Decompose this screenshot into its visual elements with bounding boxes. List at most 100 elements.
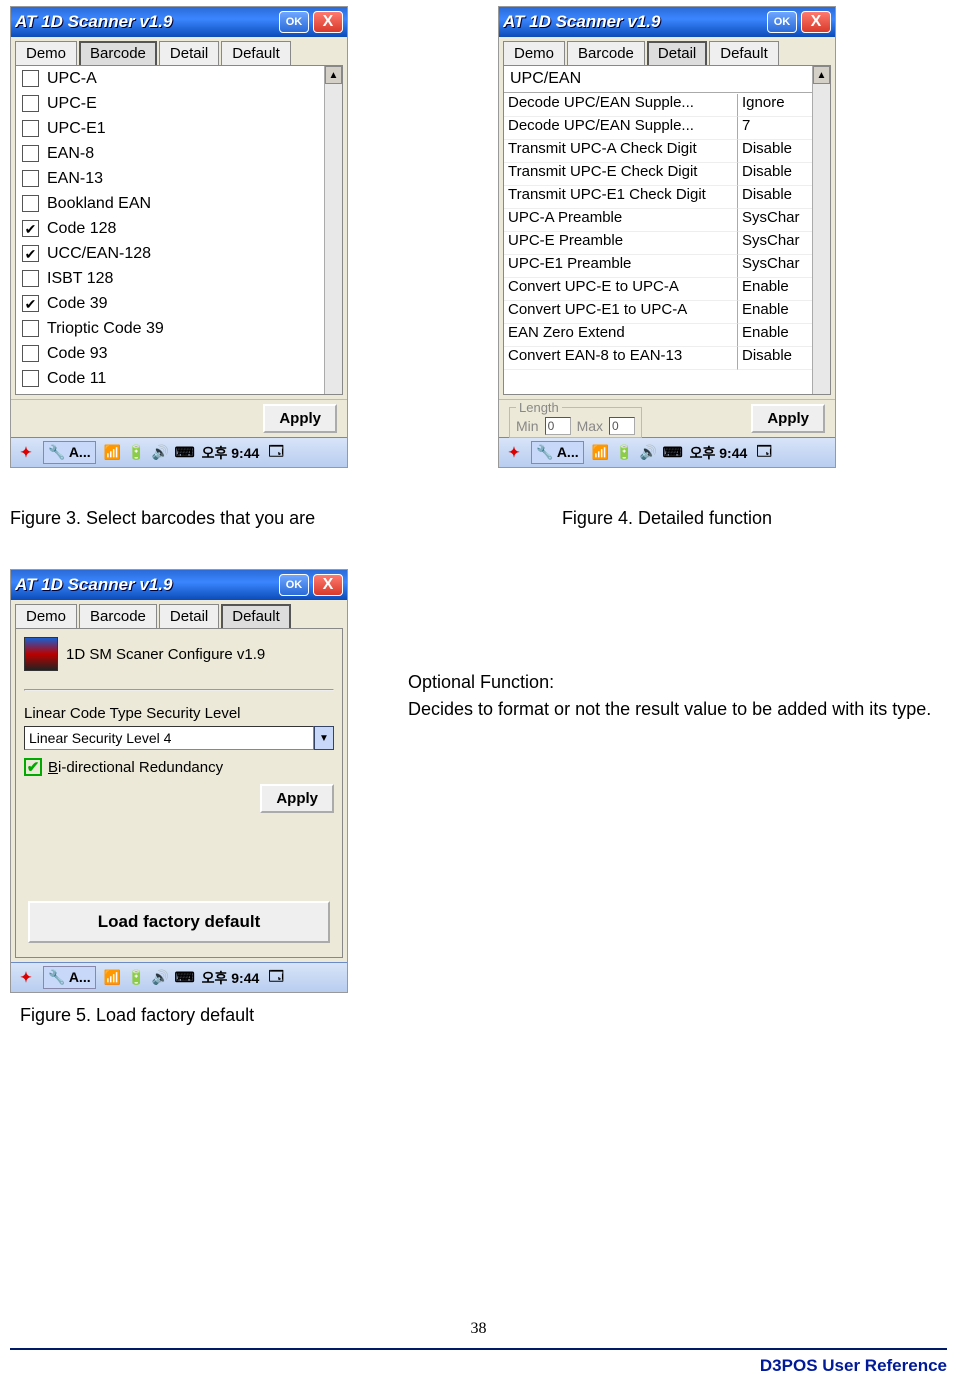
tab-demo[interactable]: Demo	[15, 604, 77, 628]
scrollbar[interactable]: ▲	[812, 66, 830, 394]
tab-barcode[interactable]: Barcode	[79, 41, 157, 65]
keyboard-icon[interactable]: ⌨	[176, 444, 194, 462]
load-factory-default-button[interactable]: Load factory default	[28, 901, 330, 943]
barcode-checkbox-row[interactable]: Code 93	[16, 341, 324, 366]
barcode-checkbox-row[interactable]: Trioptic Code 39	[16, 316, 324, 341]
checkbox-bidirectional[interactable]: ✔	[24, 758, 42, 776]
barcode-label: Code 93	[47, 345, 108, 363]
tab-detail[interactable]: Detail	[159, 41, 219, 65]
security-level-combo[interactable]: ▼	[24, 726, 334, 750]
tray-icon[interactable]: 📶	[104, 969, 122, 987]
close-button[interactable]: X	[313, 11, 343, 33]
detail-setting-row[interactable]: UPC-A PreambleSysChar	[504, 209, 812, 232]
tab-detail[interactable]: Detail	[159, 604, 219, 628]
tab-barcode[interactable]: Barcode	[79, 604, 157, 628]
keyboard-icon[interactable]: ⌨	[176, 969, 194, 987]
tab-default[interactable]: Default	[709, 41, 779, 65]
ok-button[interactable]: OK	[767, 11, 797, 33]
window-titlebar: AT 1D Scanner v1.9 OK X	[11, 7, 347, 37]
start-icon[interactable]: ✦	[17, 969, 35, 987]
barcode-checkbox-row[interactable]: Code 39	[16, 291, 324, 316]
tab-detail[interactable]: Detail	[647, 41, 707, 65]
length-group: Length Min Max	[509, 400, 642, 438]
close-button[interactable]: X	[313, 574, 343, 596]
checkbox[interactable]	[22, 220, 39, 237]
barcode-checkbox-row[interactable]: UPC-E1	[16, 116, 324, 141]
detail-setting-row[interactable]: Convert UPC-E1 to UPC-AEnable	[504, 301, 812, 324]
start-icon[interactable]: ✦	[505, 444, 523, 462]
security-level-value[interactable]	[24, 726, 314, 750]
scroll-up-icon[interactable]: ▲	[813, 66, 830, 84]
barcode-checkbox-row[interactable]: Bookland EAN	[16, 191, 324, 216]
length-legend: Length	[516, 400, 562, 415]
start-icon[interactable]: ✦	[17, 444, 35, 462]
detail-setting-row[interactable]: EAN Zero ExtendEnable	[504, 324, 812, 347]
min-input[interactable]	[545, 417, 571, 435]
barcode-checkbox-row[interactable]: Code 128	[16, 216, 324, 241]
checkbox[interactable]	[22, 370, 39, 387]
max-input[interactable]	[609, 417, 635, 435]
checkbox[interactable]	[22, 270, 39, 287]
ok-button[interactable]: OK	[279, 11, 309, 33]
tray-icon[interactable]: 📶	[104, 444, 122, 462]
checkbox[interactable]	[22, 145, 39, 162]
tray-icon[interactable]: 🔋	[616, 444, 634, 462]
detail-setting-row[interactable]: Transmit UPC-E1 Check DigitDisable	[504, 186, 812, 209]
taskbar-app[interactable]: 🔧 A...	[43, 441, 96, 464]
barcode-checkbox-row[interactable]: EAN-8	[16, 141, 324, 166]
barcode-checkbox-row[interactable]: UPC-A	[16, 66, 324, 91]
detail-setting-row[interactable]: Decode UPC/EAN Supple...7	[504, 117, 812, 140]
checkbox[interactable]	[22, 245, 39, 262]
detail-setting-row[interactable]: Decode UPC/EAN Supple...Ignore	[504, 94, 812, 117]
desktop-icon[interactable]: 🗔	[755, 444, 773, 462]
taskbar-clock: 오후 9:44	[202, 968, 260, 988]
detail-section-header[interactable]: UPC/EAN	[504, 66, 830, 93]
barcode-checkbox-row[interactable]: UCC/EAN-128	[16, 241, 324, 266]
checkbox[interactable]	[22, 70, 39, 87]
checkbox[interactable]	[22, 345, 39, 362]
dropdown-icon[interactable]: ▼	[314, 726, 334, 750]
apply-button[interactable]: Apply	[263, 404, 337, 433]
barcode-checkbox-row[interactable]: UPC-E	[16, 91, 324, 116]
desktop-icon[interactable]: 🗔	[267, 444, 285, 462]
tab-default[interactable]: Default	[221, 604, 291, 628]
barcode-label: UPC-E1	[47, 120, 106, 138]
tray-icon[interactable]: 🔊	[640, 444, 658, 462]
apply-button[interactable]: Apply	[260, 784, 334, 813]
apply-button[interactable]: Apply	[751, 404, 825, 433]
desktop-icon[interactable]: 🗔	[267, 969, 285, 987]
barcode-label: ISBT 128	[47, 270, 113, 288]
checkbox[interactable]	[22, 120, 39, 137]
tab-barcode[interactable]: Barcode	[567, 41, 645, 65]
checkbox[interactable]	[22, 195, 39, 212]
tab-demo[interactable]: Demo	[503, 41, 565, 65]
barcode-checkbox-row[interactable]: EAN-13	[16, 166, 324, 191]
detail-setting-row[interactable]: Convert EAN-8 to EAN-13Disable	[504, 347, 812, 370]
checkbox[interactable]	[22, 295, 39, 312]
detail-setting-row[interactable]: Transmit UPC-A Check DigitDisable	[504, 140, 812, 163]
checkbox[interactable]	[22, 170, 39, 187]
tray-icon[interactable]: 🔊	[152, 444, 170, 462]
ok-button[interactable]: OK	[279, 574, 309, 596]
scrollbar[interactable]: ▲	[324, 66, 342, 394]
barcode-label: Bookland EAN	[47, 195, 151, 213]
barcode-checkbox-row[interactable]: ISBT 128	[16, 266, 324, 291]
checkbox[interactable]	[22, 95, 39, 112]
detail-setting-row[interactable]: UPC-E PreambleSysChar	[504, 232, 812, 255]
tray-icon[interactable]: 📶	[592, 444, 610, 462]
detail-setting-row[interactable]: Transmit UPC-E Check DigitDisable	[504, 163, 812, 186]
taskbar-app[interactable]: 🔧 A...	[43, 966, 96, 989]
tray-icon[interactable]: 🔋	[128, 969, 146, 987]
tab-default[interactable]: Default	[221, 41, 291, 65]
scroll-up-icon[interactable]: ▲	[325, 66, 342, 84]
detail-setting-row[interactable]: UPC-E1 PreambleSysChar	[504, 255, 812, 278]
taskbar-app[interactable]: 🔧 A...	[531, 441, 584, 464]
keyboard-icon[interactable]: ⌨	[664, 444, 682, 462]
checkbox[interactable]	[22, 320, 39, 337]
tab-demo[interactable]: Demo	[15, 41, 77, 65]
barcode-checkbox-row[interactable]: Code 11	[16, 366, 324, 391]
tray-icon[interactable]: 🔊	[152, 969, 170, 987]
detail-setting-row[interactable]: Convert UPC-E to UPC-AEnable	[504, 278, 812, 301]
tray-icon[interactable]: 🔋	[128, 444, 146, 462]
close-button[interactable]: X	[801, 11, 831, 33]
